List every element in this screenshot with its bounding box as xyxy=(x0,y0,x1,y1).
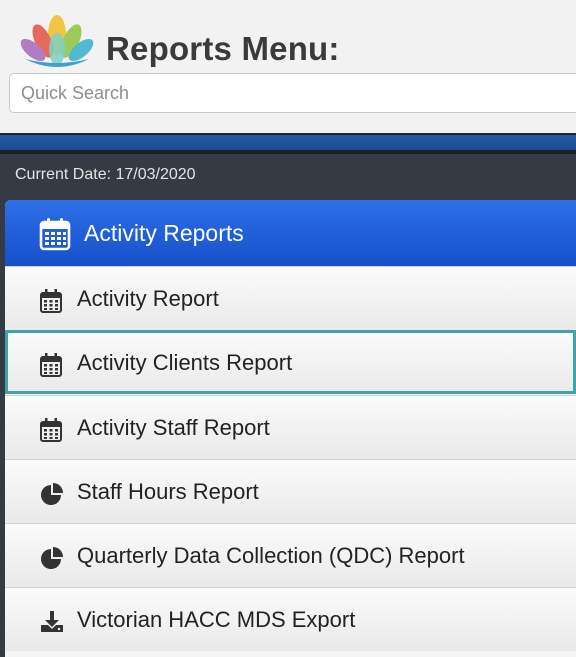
menu-item-staff-hours-report[interactable]: Staff Hours Report xyxy=(5,459,576,523)
menu-heading-label: Activity Reports xyxy=(84,220,244,246)
calendar-icon xyxy=(39,218,71,251)
menu-item-label: Activity Staff Report xyxy=(77,415,270,440)
menu-heading-activity-reports[interactable]: Activity Reports xyxy=(5,200,576,266)
calendar-icon xyxy=(40,418,62,442)
menu-item-activity-staff-report[interactable]: Activity Staff Report xyxy=(5,395,576,459)
menu-item-label: Activity Report xyxy=(77,286,219,311)
pie-chart-icon xyxy=(41,483,63,505)
lotus-logo-icon xyxy=(20,15,94,67)
download-icon xyxy=(41,611,63,632)
menu-item-quarterly-data-collection-report[interactable]: Quarterly Data Collection (QDC) Report xyxy=(5,523,576,587)
pie-chart-icon xyxy=(41,547,63,569)
reports-menu: Activity Reports Activity Report Activit… xyxy=(5,200,576,657)
calendar-icon xyxy=(40,289,62,313)
page-title: Reports Menu: xyxy=(106,30,340,67)
menu-item-activity-clients-report[interactable]: Activity Clients Report xyxy=(5,330,576,394)
menu-item-label: Victorian HACC MDS Export xyxy=(77,607,356,632)
page-header: Reports Menu: xyxy=(0,0,576,134)
menu-item-activity-report[interactable]: Activity Report xyxy=(5,266,576,330)
menu-item-label: Staff Hours Report xyxy=(77,479,259,504)
menu-item-victorian-hacc-mds-export[interactable]: Victorian HACC MDS Export xyxy=(5,587,576,651)
quick-search-input[interactable] xyxy=(9,73,576,113)
menu-item-label: Activity Clients Report xyxy=(77,350,293,375)
calendar-icon xyxy=(40,353,62,377)
navigation-stripe xyxy=(0,135,576,150)
current-date-label: Current Date: 17/03/2020 xyxy=(15,166,196,183)
menu-item-label: Quarterly Data Collection (QDC) Report xyxy=(77,543,465,568)
